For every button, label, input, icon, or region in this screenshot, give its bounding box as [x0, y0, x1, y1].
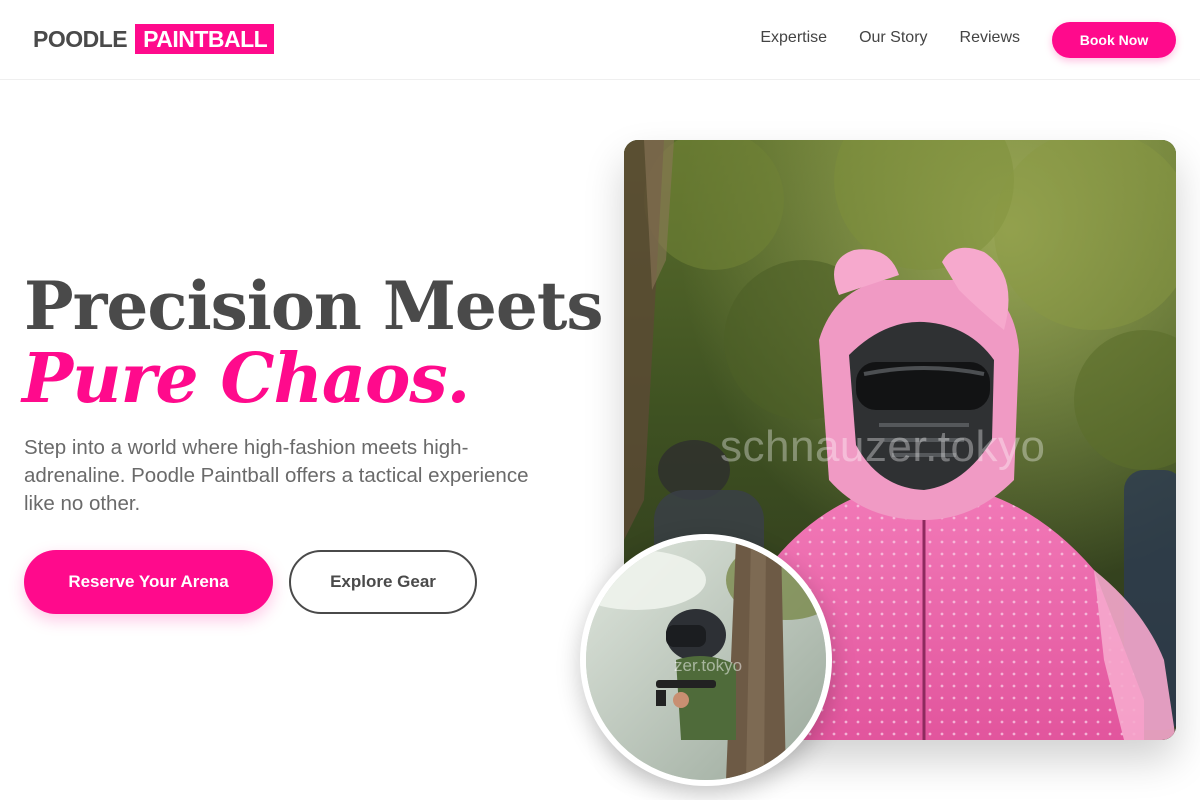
site-header: POODLE PAINTBALL Expertise Our Story Rev…: [0, 0, 1200, 80]
inset-photo-frame: zer.tokyo: [580, 534, 832, 786]
reserve-arena-button[interactable]: Reserve Your Arena: [24, 550, 273, 614]
explore-gear-button[interactable]: Explore Gear: [289, 550, 477, 614]
logo-accent-text: PAINTBALL: [135, 24, 275, 54]
nav-link-our-story[interactable]: Our Story: [859, 29, 927, 47]
brand-logo[interactable]: POODLE PAINTBALL: [33, 24, 275, 54]
main-nav: Expertise Our Story Reviews: [760, 29, 1020, 47]
book-now-button[interactable]: Book Now: [1052, 22, 1176, 58]
hero-headline-line2: Pure Chaos.: [22, 339, 470, 419]
nav-link-expertise[interactable]: Expertise: [760, 29, 827, 47]
main-photo-watermark: schnauzer.tokyo: [720, 422, 1046, 471]
inset-photo: zer.tokyo: [586, 540, 826, 780]
logo-text: POODLE: [33, 25, 128, 52]
hero-headline-line1: Precision Meets: [24, 267, 604, 345]
hero-subtext: Step into a world where high-fashion mee…: [24, 436, 529, 515]
nav-link-reviews[interactable]: Reviews: [960, 29, 1020, 47]
inset-photo-watermark: zer.tokyo: [674, 656, 743, 675]
